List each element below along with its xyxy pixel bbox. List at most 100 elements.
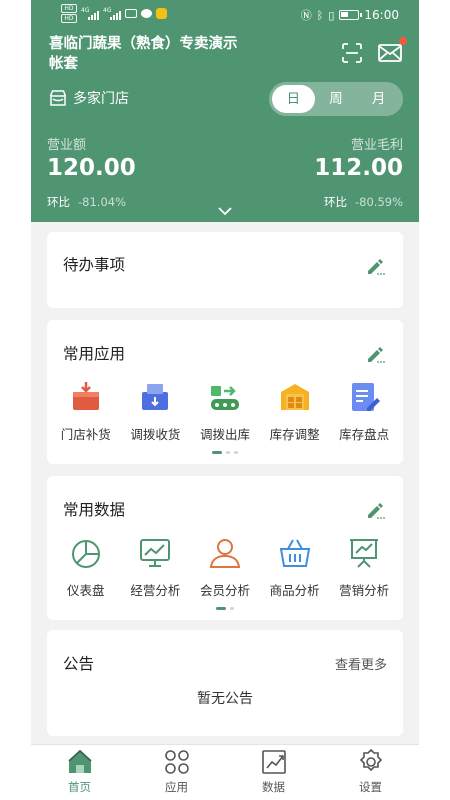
revenue-change-label: 环比 [47, 195, 70, 209]
view-more-link[interactable]: 查看更多 [335, 654, 387, 673]
announcement-card: 公告 查看更多 暂无公告 [47, 630, 403, 736]
app-transfer-receive[interactable]: 调拨收货 [122, 380, 188, 443]
gross-profit-label: 营业毛利 [350, 138, 403, 153]
pager-dot-active [216, 607, 226, 610]
period-week-button[interactable]: 周 [315, 85, 358, 113]
app-inventory-adjust[interactable]: 库存调整 [262, 380, 328, 443]
app-inventory-count[interactable]: 库存盘点 [331, 380, 397, 443]
announcement-title: 公告 [63, 655, 95, 673]
data-icon [261, 750, 286, 774]
common-apps-grid: 门店补货 调拨收货 调拨出库 库存调整 库存盘点 [47, 380, 403, 443]
hd-indicators: HD HD [61, 4, 77, 23]
data-label: 营销分析 [339, 583, 390, 598]
tab-settings[interactable]: 设置 [322, 745, 419, 800]
pager-dot [234, 451, 238, 454]
tab-label: 应用 [165, 780, 188, 794]
tab-label: 设置 [359, 780, 382, 794]
mail-notification-icon [125, 9, 137, 18]
tab-apps[interactable]: 应用 [128, 745, 225, 800]
hd-indicator-1: HD [61, 4, 77, 13]
mail-icon[interactable] [377, 42, 403, 64]
period-toggle: 日 周 月 [269, 82, 403, 116]
scan-icon[interactable] [341, 42, 363, 64]
store-selector-label: 多家门店 [73, 91, 129, 107]
dashboard-header: HD HD 4G 4G Ⓝ ᛒ ▯ 16:00 喜临门蔬果（熟食）专卖演示帐套 … [31, 0, 419, 222]
todo-card: 待办事项 [47, 232, 403, 308]
transfer-out-icon [210, 386, 239, 410]
business-analysis-icon [140, 539, 171, 567]
pager-dot [226, 451, 230, 454]
gross-profit-change-value: -80.59% [355, 195, 403, 209]
app-label: 调拨出库 [199, 427, 250, 442]
data-member-analysis[interactable]: 会员分析 [192, 536, 258, 599]
tab-data[interactable]: 数据 [225, 745, 322, 800]
revenue-label: 营业额 [47, 138, 87, 153]
settings-icon [359, 748, 382, 772]
data-label: 经营分析 [130, 583, 181, 598]
app-label: 门店补货 [60, 427, 111, 442]
app-label: 库存盘点 [339, 427, 390, 442]
data-label: 会员分析 [199, 583, 250, 598]
status-bar: HD HD 4G 4G Ⓝ ᛒ ▯ 16:00 [31, 0, 419, 30]
network-type-2: 4G [103, 6, 112, 14]
battery-icon [339, 10, 363, 20]
chat-notification-icon [141, 9, 152, 18]
signal-icon: 4G [81, 7, 99, 20]
status-left-indicators: HD HD 4G 4G [61, 4, 167, 23]
marketing-analysis-icon [350, 539, 379, 568]
announcement-empty-text: 暂无公告 [197, 691, 253, 707]
store-title: 喜临门蔬果（熟食）专卖演示帐套 [49, 36, 238, 72]
dashboard-icon [71, 540, 100, 568]
tab-label: 首页 [68, 780, 91, 794]
todo-title: 待办事项 [63, 256, 126, 274]
bottom-tab-bar: 首页 应用 数据 设置 [31, 744, 419, 800]
common-data-grid: 仪表盘 经营分析 会员分析 商品分析 营销分析 [47, 536, 403, 599]
tab-label: 数据 [262, 780, 285, 794]
common-data-edit-icon[interactable] [365, 500, 385, 520]
inventory-adjust-icon [280, 384, 309, 410]
nfc-icon: Ⓝ [300, 9, 312, 22]
gross-profit-change-label: 环比 [324, 195, 347, 209]
common-data-card: 常用数据 仪表盘 经营分析 会员分析 商品分析 营销分析 [47, 476, 403, 620]
common-apps-title: 常用应用 [63, 345, 126, 363]
common-data-pager [47, 607, 403, 610]
data-product-analysis[interactable]: 商品分析 [262, 536, 328, 599]
product-analysis-icon [279, 539, 310, 567]
data-business-analysis[interactable]: 经营分析 [122, 536, 188, 599]
status-right-indicators: Ⓝ ᛒ ▯ 16:00 [301, 7, 399, 23]
data-dashboard[interactable]: 仪表盘 [53, 536, 119, 599]
todo-edit-icon[interactable] [365, 256, 385, 276]
common-apps-pager [47, 451, 403, 454]
hd-indicator-2: HD [61, 14, 77, 23]
app-label: 调拨收货 [130, 427, 181, 442]
pager-dot [230, 607, 234, 610]
bluetooth-icon: ᛒ [316, 8, 324, 22]
period-day-button[interactable]: 日 [272, 85, 315, 113]
app-label: 库存调整 [269, 427, 320, 442]
pager-dot-active [212, 451, 222, 454]
status-time: 16:00 [364, 8, 399, 22]
data-label: 仪表盘 [67, 583, 105, 598]
common-apps-card: 常用应用 门店补货 调拨收货 调拨出库 库存调整 库存盘点 [47, 320, 403, 464]
revenue-value: 120.00 [47, 155, 136, 181]
transfer-receive-icon [142, 384, 169, 410]
app-store-replenish[interactable]: 门店补货 [53, 380, 119, 443]
notification-badge [399, 37, 407, 45]
app-screen: HD HD 4G 4G Ⓝ ᛒ ▯ 16:00 喜临门蔬果（熟食）专卖演示帐套 … [31, 0, 419, 800]
store-selector[interactable]: 多家门店 [49, 88, 129, 108]
store-icon [49, 90, 67, 106]
inventory-count-icon [352, 383, 381, 411]
data-marketing-analysis[interactable]: 营销分析 [331, 536, 397, 599]
vibrate-icon: ▯ [328, 8, 335, 22]
store-replenish-icon [72, 382, 99, 410]
common-data-title: 常用数据 [63, 501, 126, 519]
common-apps-edit-icon[interactable] [365, 344, 385, 364]
period-month-button[interactable]: 月 [357, 85, 400, 113]
tab-home[interactable]: 首页 [31, 745, 128, 800]
app-transfer-out[interactable]: 调拨出库 [192, 380, 258, 443]
chevron-down-icon[interactable] [217, 206, 233, 216]
home-icon [67, 749, 92, 773]
apps-icon [164, 750, 189, 774]
shield-notification-icon [156, 8, 167, 19]
member-analysis-icon [209, 539, 241, 568]
